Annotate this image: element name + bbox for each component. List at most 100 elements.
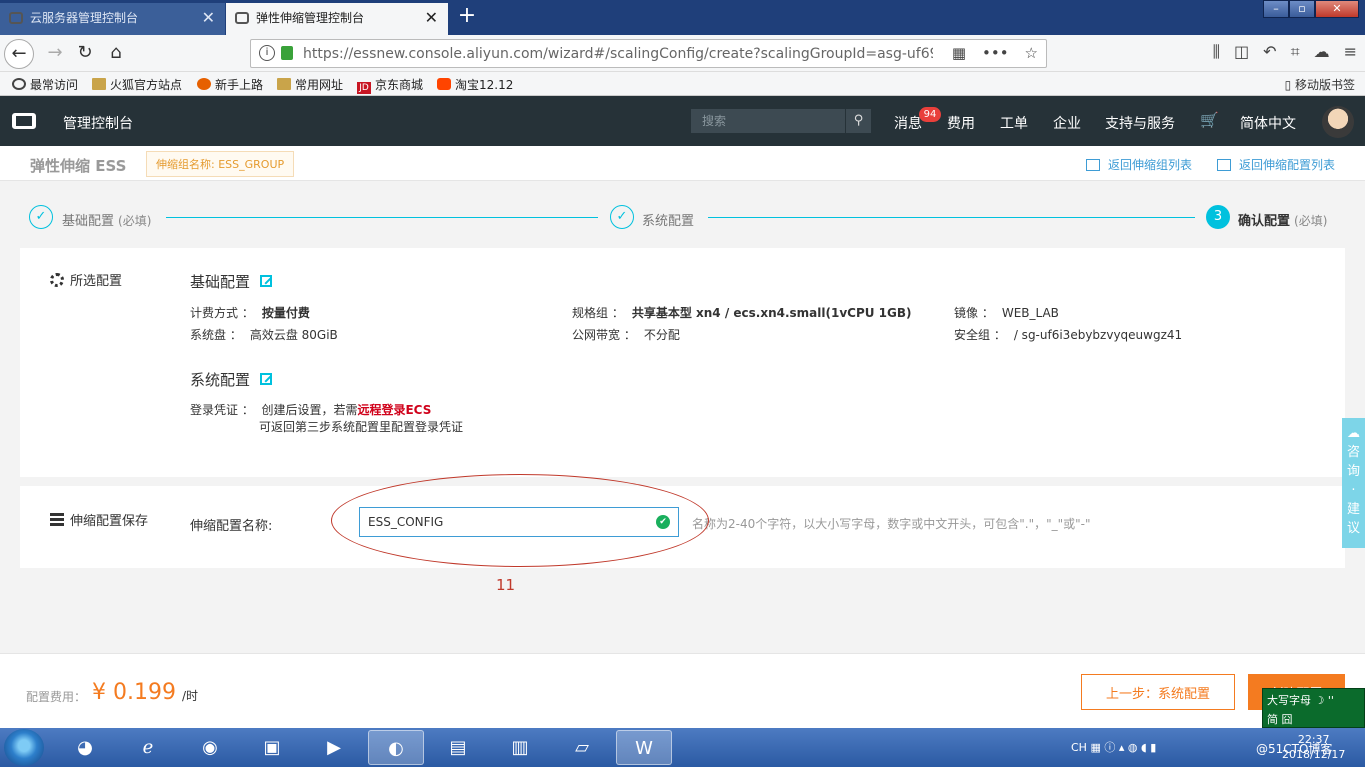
iqiyi-icon[interactable]: ▣ [244, 730, 300, 765]
explorer-icon[interactable]: ▤ [430, 730, 486, 765]
ie-icon[interactable]: ℯ [120, 730, 176, 765]
edit-icon[interactable] [260, 275, 273, 287]
chat-icon[interactable]: ☁ [1314, 42, 1330, 62]
word-icon[interactable]: W [616, 730, 672, 765]
fee-footer: 配置费用： ¥ 0.199 /时 上一步：系统配置 创建配置 [0, 653, 1365, 728]
bookmark-star-icon[interactable]: ☆ [1025, 44, 1038, 62]
minimize-icon[interactable]: – [1263, 0, 1289, 18]
back-icon[interactable]: ← [4, 39, 34, 69]
step-3-label: 确认配置 (必填) [1238, 214, 1328, 229]
message-badge: 94 [919, 107, 941, 122]
fee-unit: /时 [182, 689, 199, 703]
security-group: 安全组 ： / sg-uf6i3ebybzvyqeuwgz41 [954, 328, 1183, 342]
browser-tab-strip: 云服务器管理控制台 ✕ 弹性伸缩管理控制台 ✕ + – ▫ ✕ [0, 0, 1365, 35]
wizard-steps: ✓ 基础配置 (必填) ✓ 系统配置 3 确认配置 (必填) [0, 181, 1365, 241]
aliyun-logo-icon[interactable] [12, 113, 36, 129]
info-icon[interactable]: i [259, 45, 275, 61]
nav-tickets[interactable]: 工单 [1000, 113, 1028, 133]
firefox-icon[interactable]: ◐ [368, 730, 424, 765]
search-input[interactable] [691, 109, 845, 133]
server-icon [50, 513, 64, 527]
new-tab-button[interactable]: + [455, 2, 479, 30]
forward-icon[interactable]: → [40, 39, 70, 69]
screenshot-icon[interactable]: ⌗ [1291, 42, 1300, 62]
browser-tab-ess[interactable]: 弹性伸缩管理控制台 ✕ [226, 3, 448, 35]
reload-icon[interactable]: ↻ [70, 39, 100, 69]
browser-navbar: ← → ↻ ⌂ i https://essnew.console.aliyun.… [0, 35, 1365, 72]
chat-bubble-icon: ☁ [1347, 426, 1360, 441]
edit-icon[interactable] [260, 373, 273, 385]
selected-config-panel: 所选配置 基础配置 计费方式 ：按量付费 规格组 ：共享基本型 xn4 / ec… [20, 248, 1345, 477]
bookmark-taobao[interactable]: 淘宝12.12 [437, 76, 513, 93]
360-browser-icon[interactable]: ◉ [182, 730, 238, 765]
cart-icon[interactable]: 🛒 [1200, 111, 1219, 129]
qr-code-icon[interactable]: ▦ [952, 44, 966, 62]
bookmark-most-visited[interactable]: 最常访问 [12, 76, 78, 93]
return-icon [1086, 159, 1100, 171]
nav-messages[interactable]: 消息 [894, 113, 922, 133]
folder-icon [277, 78, 291, 90]
ime-mode: 简 囧 [1267, 713, 1293, 726]
public-bandwidth: 公网带宽 ：不分配 [572, 328, 680, 342]
step-divider [708, 217, 1195, 218]
step-1-label[interactable]: 基础配置 (必填) [62, 210, 151, 229]
nav-language[interactable]: 简体中文 [1240, 113, 1296, 133]
undo-icon[interactable]: ↶ [1263, 42, 1276, 62]
taskbar-app-icon[interactable]: ◕ [57, 730, 113, 765]
firefox-icon [197, 78, 211, 90]
media-player-icon[interactable]: ▶ [306, 730, 362, 765]
close-tab-icon[interactable]: ✕ [425, 3, 438, 33]
ime-status: 大写字母 ☽ ꞌꞌ [1267, 694, 1334, 707]
aliyun-favicon-icon [235, 12, 249, 24]
watermark: @51CTO博客 [1256, 742, 1333, 756]
step-1-check-icon: ✓ [29, 205, 53, 229]
taobao-icon [437, 78, 451, 90]
url-text[interactable]: https://essnew.console.aliyun.com/wizard… [303, 46, 933, 62]
nav-billing[interactable]: 费用 [947, 113, 975, 133]
remote-desktop-icon[interactable]: ▥ [492, 730, 548, 765]
config-name-hint: 名称为2-40个字符，以大小写字母，数字或中文开头，可包含"."，"_"或"-" [692, 517, 1091, 531]
fee-value: ¥ 0.199 [92, 680, 176, 705]
nav-enterprise[interactable]: 企业 [1053, 113, 1081, 133]
notepad-icon[interactable]: ▱ [554, 730, 610, 765]
library-icon[interactable]: ⫼ [1213, 42, 1220, 62]
browser-tab-ecs[interactable]: 云服务器管理控制台 ✕ [0, 3, 225, 35]
close-window-icon[interactable]: ✕ [1315, 0, 1359, 18]
feedback-float[interactable]: ☁ 咨 询 · 建 议 [1342, 418, 1365, 548]
billing-method: 计费方式 ：按量付费 [190, 306, 310, 320]
return-icon [1217, 159, 1231, 171]
url-tools: ▦ ••• ☆ [952, 44, 1038, 62]
step-divider [166, 217, 598, 218]
search-icon[interactable]: ⚲ [845, 109, 871, 133]
mobile-bookmarks[interactable]: ▯ 移动版书签 [1285, 76, 1355, 93]
image: 镜像 ： WEB_LAB [954, 306, 1059, 320]
windows-taskbar: ◕ ℯ ◉ ▣ ▶ ◐ ▤ ▥ ▱ W CH ▦ ⓘ ▴ ◍ ◖ ▮ 22:37… [0, 728, 1365, 767]
start-button[interactable] [4, 729, 44, 766]
home-icon[interactable]: ⌂ [101, 39, 131, 69]
bookmark-getting-started[interactable]: 新手上路 [197, 76, 263, 93]
url-bar[interactable]: i https://essnew.console.aliyun.com/wiza… [250, 39, 1047, 68]
system-config-title: 系统配置 [190, 369, 273, 390]
config-name-label: 伸缩配置名称: [190, 519, 273, 534]
more-actions-icon[interactable]: ••• [982, 44, 1009, 62]
menu-icon[interactable]: ≡ [1344, 42, 1357, 62]
ime-toolbar[interactable]: 大写字母 ☽ ꞌꞌ 简 囧 [1262, 688, 1365, 728]
bookmark-firefox-site[interactable]: 火狐官方站点 [92, 76, 182, 93]
basic-config-title: 基础配置 [190, 271, 273, 292]
nav-support[interactable]: 支持与服务 [1105, 113, 1175, 133]
close-tab-icon[interactable]: ✕ [202, 3, 215, 33]
step-2-label[interactable]: 系统配置 [642, 210, 694, 229]
back-to-config-list-link[interactable]: 返回伸缩配置列表 [1217, 156, 1335, 173]
avatar[interactable] [1322, 106, 1354, 138]
bookmark-common-sites[interactable]: 常用网址 [277, 76, 343, 93]
sidebar-icon[interactable]: ◫ [1234, 42, 1249, 62]
remote-login-link[interactable]: 远程登录ECS [357, 403, 431, 417]
maximize-icon[interactable]: ▫ [1289, 0, 1315, 18]
previous-step-button[interactable]: 上一步：系统配置 [1081, 674, 1235, 710]
bookmark-jd[interactable]: JD 京东商城 [357, 76, 423, 94]
scaling-group-tag: 伸缩组名称: ESS_GROUP [146, 151, 295, 177]
product-subheader: 弹性伸缩 ESS 伸缩组名称: ESS_GROUP 返回伸缩组列表 返回伸缩配置… [0, 146, 1365, 181]
back-to-group-list-link[interactable]: 返回伸缩组列表 [1086, 156, 1192, 173]
console-title[interactable]: 管理控制台 [63, 113, 133, 133]
fee-label: 配置费用： [26, 690, 87, 704]
